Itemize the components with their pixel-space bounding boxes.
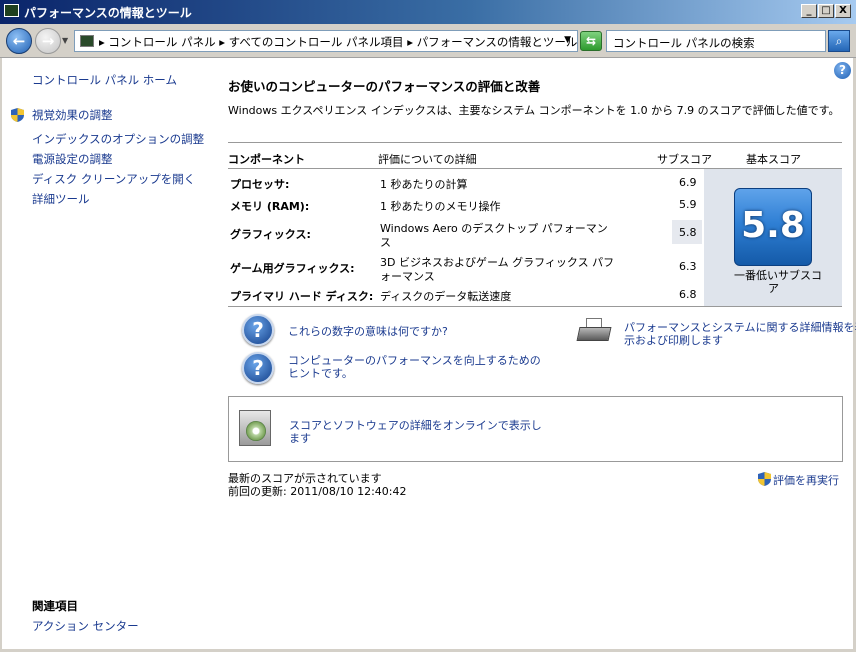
help-icon[interactable]: ? [834,62,851,79]
forward-button[interactable]: → [35,28,61,54]
row-label-graphics: グラフィックス: [230,228,311,241]
question-icon-tips[interactable]: ? [242,352,274,384]
sidebar-item-advanced-tools[interactable]: 詳細ツール [32,191,90,207]
back-button[interactable]: ← [6,28,32,54]
printer-icon[interactable] [576,318,612,346]
row-label-gaming-graphics: ゲーム用グラフィックス: [230,262,355,275]
table-top-divider [228,142,842,143]
row-subscore-memory: 5.9 [679,198,697,211]
software-cd-icon [239,410,271,446]
recent-pages-dropdown-icon[interactable]: ▼ [62,36,68,45]
column-header-details: 評価についての詳細 [378,153,477,166]
close-button[interactable]: X [835,4,851,18]
row-detail-gaming-graphics-cont: ォーマンス [380,270,435,283]
row-subscore-processor: 6.9 [679,176,697,189]
maximize-button[interactable]: □ [818,4,834,18]
row-subscore-graphics: 5.8 [679,226,697,239]
column-header-component: コンポーネント [228,153,305,166]
search-icon[interactable]: ⌕ [828,30,850,52]
status-last-updated: 前回の更新: 2011/08/10 12:40:42 [228,485,407,498]
refresh-button[interactable]: ⇆ [580,31,602,51]
online-details-link[interactable]: スコアとソフトウェアの詳細をオンラインで表示し [289,417,542,433]
related-action-center-link[interactable]: アクション センター [32,618,139,634]
window-title: パフォーマンスの情報とツール [24,6,192,20]
address-path[interactable]: ▸ コントロール パネル ▸ すべてのコントロール パネル項目 ▸ パフォーマン… [99,34,577,50]
row-detail-graphics: Windows Aero のデスクトップ パフォーマン [380,222,608,235]
column-header-subscore: サブスコア [657,153,712,166]
base-score-panel: 5.8 一番低いサブスコ ア [704,169,842,306]
navigation-bar: ← → ▼ ▸ コントロール パネル ▸ すべてのコントロール パネル項目 ▸ … [0,24,856,58]
row-label-processor: プロセッサ: [230,178,290,191]
address-dropdown-icon[interactable]: ▼ [564,35,571,45]
row-detail-memory: 1 秒あたりのメモリ操作 [380,200,501,213]
row-label-hard-disk: プライマリ ハード ディスク: [230,290,374,303]
online-details-box[interactable]: スコアとソフトウェアの詳細をオンラインで表示し ます [228,396,843,462]
what-do-numbers-mean-link[interactable]: これらの数字の意味は何ですか? [288,323,448,339]
sidebar-item-indexing-options[interactable]: インデックスのオプションの調整 [32,131,204,147]
page-title: お使いのコンピューターのパフォーマンスの評価と改善 [228,79,541,94]
column-header-basescore: 基本スコア [746,153,801,166]
sidebar-item-disk-cleanup[interactable]: ディスク クリーンアップを開く [32,171,195,187]
minimize-button[interactable]: _ [801,4,817,18]
search-input[interactable]: コントロール パネルの検索 [606,30,826,52]
address-bar[interactable]: ▸ コントロール パネル ▸ すべてのコントロール パネル項目 ▸ パフォーマン… [74,30,578,52]
print-details-link-cont[interactable]: 示および印刷します [624,332,723,348]
sidebar-home-link[interactable]: コントロール パネル ホーム [32,72,177,88]
uac-shield-icon [11,108,24,122]
row-detail-graphics-cont: ス [380,236,391,249]
page-description: Windows エクスペリエンス インデックスは、主要なシステム コンポーネント… [228,104,840,117]
sidebar-item-power-settings[interactable]: 電源設定の調整 [32,151,113,167]
related-heading: 関連項目 [32,599,78,613]
app-icon [4,4,19,17]
row-label-memory: メモリ (RAM): [230,200,310,213]
row-detail-hard-disk: ディスクのデータ転送速度 [380,290,512,303]
question-icon[interactable]: ? [242,314,274,346]
performance-tips-link-cont[interactable]: ヒントです。 [288,365,353,381]
sidebar-item-visual-effects[interactable]: 視覚効果の調整 [32,107,113,123]
content-area: コントロール パネル ホーム 視覚効果の調整 インデックスのオプションの調整 電… [0,58,856,652]
base-score-caption-cont: ア [768,282,779,295]
search-placeholder: コントロール パネルの検索 [613,36,755,50]
title-bar: パフォーマンスの情報とツール _ □ X [0,0,856,24]
table-bottom-divider [228,306,842,307]
control-panel-icon [80,35,94,47]
row-subscore-gaming-graphics: 6.3 [679,260,697,273]
rerun-shield-icon [758,472,771,486]
base-score-badge: 5.8 [734,188,812,266]
row-detail-processor: 1 秒あたりの計算 [380,178,468,191]
rerun-assessment-link[interactable]: 評価を再実行 [773,472,839,488]
row-subscore-hard-disk: 6.8 [679,288,697,301]
online-details-link-cont[interactable]: ます [289,430,311,446]
